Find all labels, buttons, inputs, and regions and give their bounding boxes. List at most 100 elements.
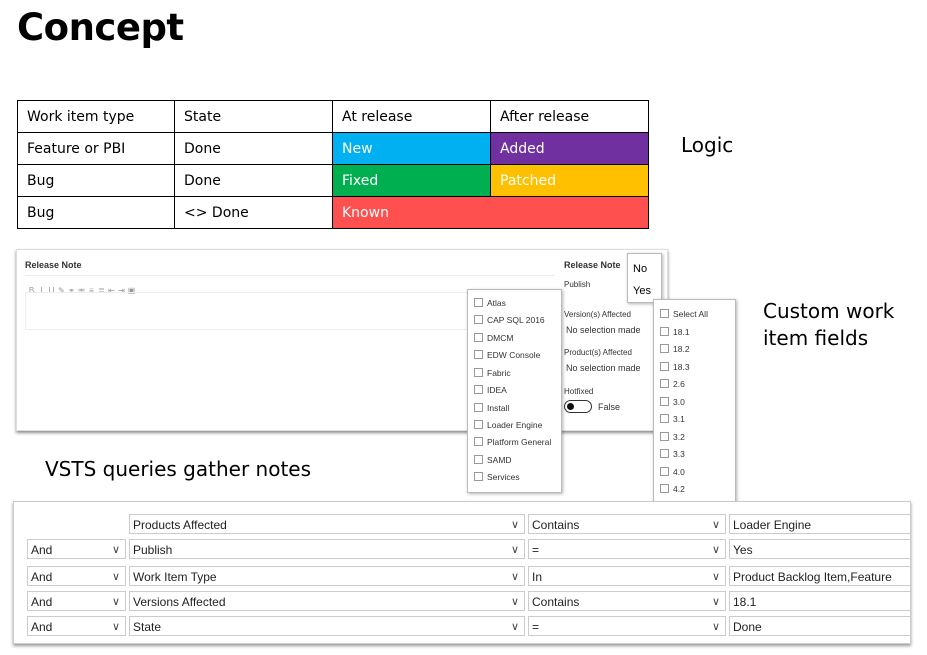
chevron-down-icon: ∨ (510, 596, 519, 608)
query-operator-select[interactable]: = ∨ (528, 616, 726, 636)
checkbox-icon (660, 449, 669, 458)
query-field-select[interactable]: Work Item Type ∨ (129, 566, 525, 586)
list-item[interactable]: 3.2 (660, 432, 685, 442)
header-state: State (174, 100, 333, 133)
query-andor-select[interactable]: And ∨ (27, 591, 126, 611)
release-note-title: Release Note (25, 260, 82, 270)
header-work-item-type: Work item type (17, 100, 175, 133)
list-item[interactable]: Install (474, 403, 509, 413)
queries-label: VSTS queries gather notes (45, 457, 312, 481)
checkbox-icon (660, 414, 669, 423)
list-item[interactable]: 2.6 (660, 379, 685, 389)
hotfixed-label: Hotfixed (564, 387, 594, 396)
chevron-down-icon: ∨ (111, 571, 120, 583)
query-value-input[interactable]: Yes (729, 539, 910, 559)
list-item[interactable]: Atlas (474, 298, 506, 308)
checkbox-icon (660, 327, 669, 336)
table-row: Bug <> Done Known (17, 196, 649, 229)
chevron-down-icon: ∨ (711, 596, 720, 608)
checkbox-icon (474, 333, 483, 342)
query-operator-select[interactable]: = ∨ (528, 539, 726, 559)
checkbox-icon (474, 385, 483, 394)
list-item[interactable]: CAP SQL 2016 (474, 315, 545, 325)
list-item[interactable]: 3.1 (660, 414, 685, 424)
table-row: Feature or PBI Done New Added (17, 132, 649, 165)
query-field-select[interactable]: Products Affected ∨ (129, 514, 525, 534)
query-field-select[interactable]: Versions Affected ∨ (129, 591, 525, 611)
page-title: Concept (17, 6, 184, 49)
query-editor: Products Affected ∨ Contains ∨ Loader Engi… (13, 501, 911, 644)
query-field-select[interactable]: State ∨ (129, 616, 525, 636)
chevron-down-icon: ∨ (711, 571, 720, 583)
publish-option-yes[interactable]: Yes (633, 285, 651, 297)
row-state: Done (174, 164, 333, 197)
query-operator-select[interactable]: Contains ∨ (528, 591, 726, 611)
chevron-down-icon: ∨ (111, 596, 120, 608)
checkbox-icon (474, 403, 483, 412)
chevron-down-icon: ∨ (510, 571, 519, 583)
list-item[interactable]: EDW Console (474, 350, 540, 360)
publish-label: Publish (564, 280, 591, 289)
chevron-down-icon: ∨ (711, 621, 720, 633)
hotfixed-value: False (598, 402, 621, 412)
list-item[interactable]: 18.2 (660, 344, 690, 354)
query-value-input[interactable]: Loader Engine (729, 514, 910, 534)
row-type: Bug (17, 196, 175, 229)
query-operator-select[interactable]: Contains ∨ (528, 514, 726, 534)
list-item[interactable]: DMCM (474, 333, 513, 343)
query-andor-select[interactable]: And ∨ (27, 566, 126, 586)
query-andor-select[interactable]: And ∨ (27, 616, 126, 636)
query-andor-select[interactable]: And ∨ (27, 539, 126, 559)
checkbox-icon (660, 309, 669, 318)
versions-dropdown: Select All 18.1 18.2 18.3 2.6 3.0 3.1 3.… (653, 299, 736, 503)
list-item[interactable]: 3.3 (660, 449, 685, 459)
list-item[interactable]: Loader Engine (474, 420, 542, 430)
versions-affected-field[interactable]: No selection made (566, 325, 641, 335)
list-item[interactable]: SAMD (474, 455, 512, 465)
row-state: <> Done (174, 196, 333, 229)
right-release-note-label: Release Note (564, 260, 621, 270)
checkbox-icon (660, 362, 669, 371)
toggle-knob-icon (567, 403, 574, 410)
list-item[interactable]: Fabric (474, 368, 511, 378)
list-item[interactable]: 18.3 (660, 362, 690, 372)
work-item-form: Release Note B I U ✎ ⚭ ⚮ ≡ ≣ ⇤ ⇥ ▣ Release Note Pu… (16, 249, 668, 431)
query-value-input[interactable]: 18.1 (729, 591, 910, 611)
checkbox-icon (660, 344, 669, 353)
custom-fields-label: Custom work item fields (763, 299, 895, 350)
list-item[interactable]: Select All (660, 309, 708, 319)
checkbox-icon (474, 298, 483, 307)
row-at-release: New (332, 132, 491, 165)
checkbox-icon (660, 484, 669, 493)
list-item[interactable]: Platform General (474, 437, 551, 447)
products-dropdown: Atlas CAP SQL 2016 DMCM EDW Console Fabr… (467, 289, 562, 493)
list-item[interactable]: 18.1 (660, 327, 690, 337)
publish-dropdown: No Yes (627, 253, 662, 303)
row-type: Bug (17, 164, 175, 197)
list-item[interactable]: Services (474, 472, 520, 482)
products-affected-field[interactable]: No selection made (566, 363, 641, 373)
checkbox-icon (474, 455, 483, 464)
checkbox-icon (474, 315, 483, 324)
list-item[interactable]: 4.2 (660, 484, 685, 494)
row-state: Done (174, 132, 333, 165)
query-value-input[interactable]: Product Backlog Item,Feature (729, 566, 910, 586)
list-item[interactable]: IDEA (474, 385, 507, 395)
chevron-down-icon: ∨ (111, 544, 120, 556)
query-field-select[interactable]: Publish ∨ (129, 539, 525, 559)
chevron-down-icon: ∨ (510, 544, 519, 556)
query-value-input[interactable]: Done (729, 616, 910, 636)
list-item[interactable]: 4.0 (660, 467, 685, 477)
header-at-release: At release (332, 100, 491, 133)
chevron-down-icon: ∨ (510, 519, 519, 531)
chevron-down-icon: ∨ (711, 544, 720, 556)
row-at-release: Known (332, 196, 649, 229)
checkbox-icon (660, 379, 669, 388)
publish-option-no[interactable]: No (633, 263, 647, 275)
checkbox-icon (660, 432, 669, 441)
chevron-down-icon: ∨ (711, 519, 720, 531)
logic-label: Logic (681, 133, 734, 157)
query-operator-select[interactable]: In ∨ (528, 566, 726, 586)
list-item[interactable]: 3.0 (660, 397, 685, 407)
hotfixed-toggle[interactable] (564, 400, 592, 413)
